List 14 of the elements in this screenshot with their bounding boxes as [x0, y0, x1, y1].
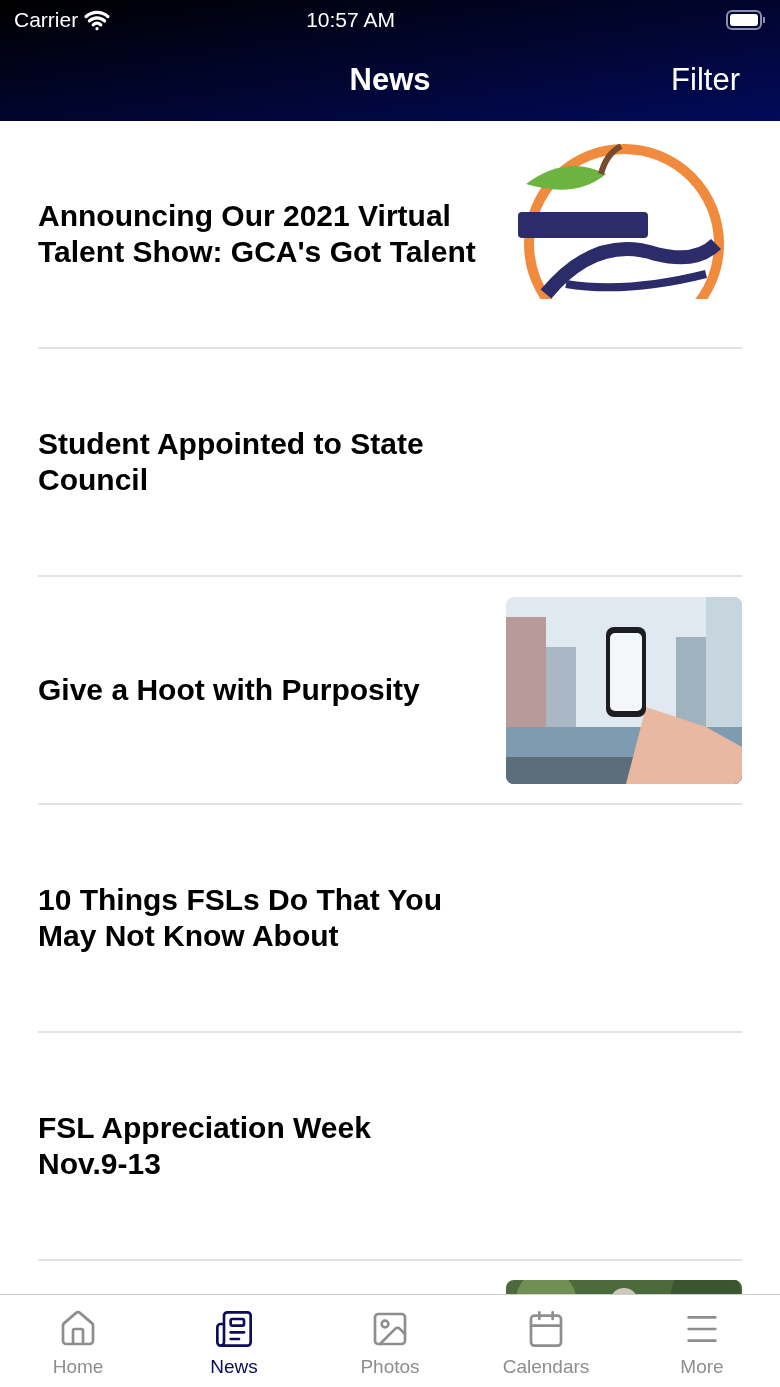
- tab-item[interactable]: Photos: [312, 1295, 468, 1387]
- tab-item[interactable]: News: [156, 1295, 312, 1387]
- news-title: 10 Things FSLs Do That You May Not Know About: [38, 882, 443, 954]
- tab-item[interactable]: Home: [0, 1295, 156, 1387]
- tab-item[interactable]: Calendars: [468, 1295, 624, 1387]
- news-title: FSL Appreciation Week Nov.9-13: [38, 1110, 372, 1182]
- tab-item[interactable]: More: [624, 1295, 780, 1387]
- status-time: 10:57 AM: [306, 7, 395, 34]
- screen-title: News: [349, 61, 431, 100]
- news-title: Announcing Our 2021 Virtual Talent Show: GCA's Got Talent: [38, 198, 477, 270]
- news-title: Give a Hoot with Purposity: [38, 672, 421, 708]
- carrier-label: Carrier: [14, 7, 79, 34]
- news-title: Student Appointed to State Council: [38, 426, 425, 498]
- filter-button[interactable]: Filter: [671, 57, 740, 104]
